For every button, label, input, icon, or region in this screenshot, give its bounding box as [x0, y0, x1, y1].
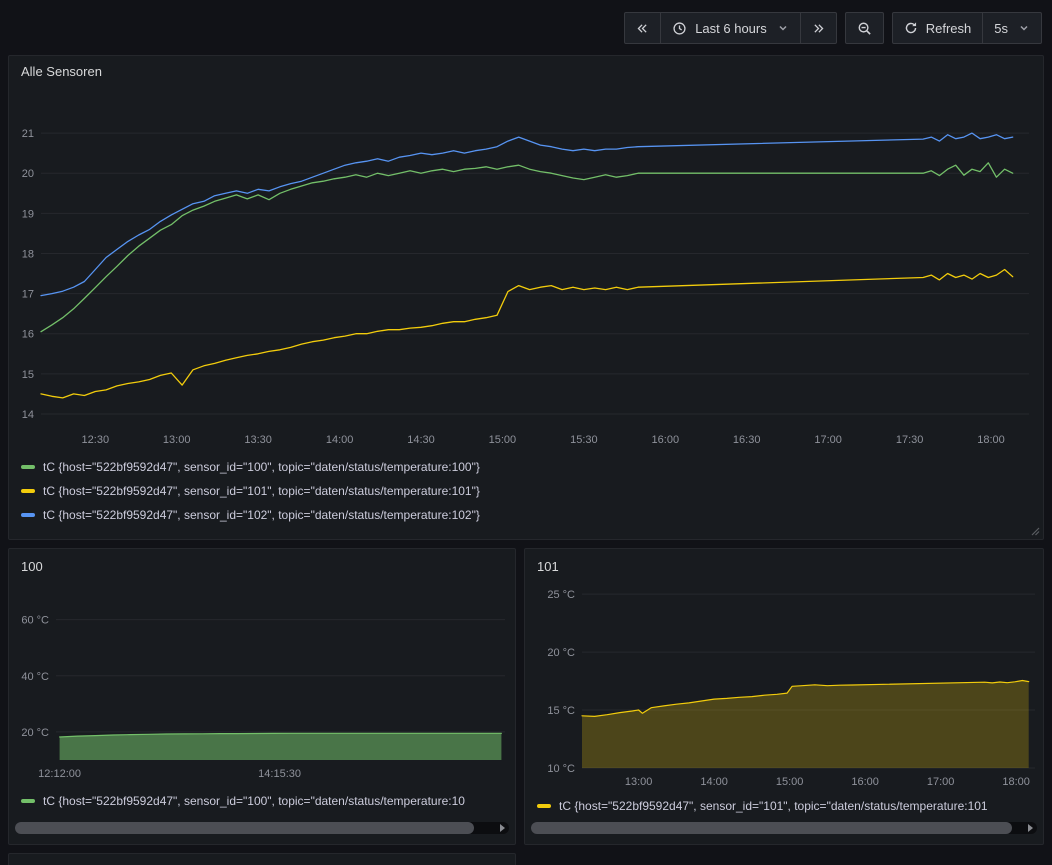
svg-text:16:30: 16:30 — [733, 434, 761, 446]
svg-text:15:00: 15:00 — [489, 434, 517, 446]
svg-text:17:00: 17:00 — [927, 776, 955, 788]
legend-label: tC {host="522bf9592d47", sensor_id="100"… — [43, 794, 465, 808]
svg-text:20 °C: 20 °C — [547, 647, 575, 659]
legend-label: tC {host="522bf9592d47", sensor_id="101"… — [43, 484, 480, 498]
grafana-dashboard: Last 6 hours — [0, 0, 1052, 865]
refresh-interval-dropdown[interactable]: 5s — [982, 12, 1042, 44]
svg-text:20 °C: 20 °C — [21, 727, 49, 739]
legend-label: tC {host="522bf9592d47", sensor_id="102"… — [43, 508, 480, 522]
svg-text:15:00: 15:00 — [776, 776, 804, 788]
svg-text:60 °C: 60 °C — [21, 615, 49, 627]
panel-100: 100 20 °C 40 °C 60 °C 12:12:00 14:15:30 tC {… — [8, 548, 516, 845]
series-swatch — [537, 804, 551, 808]
refresh-interval-value: 5s — [994, 21, 1008, 36]
series-swatch — [21, 489, 35, 493]
refresh-group: Refresh 5s — [892, 12, 1042, 44]
series-swatch — [21, 513, 35, 517]
svg-text:14:00: 14:00 — [326, 434, 354, 446]
time-shift-back-button[interactable] — [624, 12, 661, 44]
panel-title[interactable]: Alle Sensoren — [21, 64, 1031, 79]
horizontal-scrollbar[interactable] — [531, 822, 1037, 834]
area-chart-sensor-101[interactable]: 10 °C 15 °C 20 °C 25 °C 13:00 14:00 15:00 16:00… — [527, 582, 1041, 792]
time-range-group: Last 6 hours — [624, 12, 837, 44]
panel-title[interactable]: 100 — [21, 559, 503, 574]
svg-text:10 °C: 10 °C — [547, 763, 575, 775]
series-swatch — [21, 465, 35, 469]
panel-header: 102 — [9, 854, 515, 865]
svg-text:25 °C: 25 °C — [547, 589, 575, 601]
panel-102: 102 — [8, 853, 516, 865]
svg-text:14:15:30: 14:15:30 — [258, 768, 301, 780]
svg-text:15:30: 15:30 — [570, 434, 598, 446]
svg-text:13:00: 13:00 — [625, 776, 653, 788]
svg-text:18:00: 18:00 — [977, 434, 1005, 446]
svg-text:17:30: 17:30 — [896, 434, 924, 446]
svg-text:15 °C: 15 °C — [547, 705, 575, 717]
legend-item-sensor-101[interactable]: tC {host="522bf9592d47", sensor_id="101"… — [537, 799, 1031, 813]
svg-text:16:00: 16:00 — [652, 434, 680, 446]
svg-text:19: 19 — [22, 208, 34, 220]
legend-label: tC {host="522bf9592d47", sensor_id="101"… — [559, 799, 988, 813]
svg-text:17:00: 17:00 — [814, 434, 842, 446]
svg-text:14: 14 — [22, 409, 34, 421]
svg-text:18:00: 18:00 — [1002, 776, 1030, 788]
panel-alle-sensoren: Alle Sensoren 14 15 16 17 18 19 20 21 12:30 13:00… — [8, 55, 1044, 540]
panel-header: 101 — [525, 549, 1043, 582]
chevron-down-icon — [1018, 22, 1030, 34]
zoom-out-time-button[interactable] — [845, 12, 884, 44]
svg-text:13:00: 13:00 — [163, 434, 191, 446]
area-chart-sensor-100[interactable]: 20 °C 40 °C 60 °C 12:12:00 14:15:30 — [11, 582, 513, 787]
chevron-down-icon — [777, 22, 789, 34]
svg-text:16: 16 — [22, 329, 34, 341]
svg-text:14:30: 14:30 — [407, 434, 435, 446]
time-shift-forward-button[interactable] — [800, 12, 837, 44]
legend-item-sensor-102[interactable]: tC {host="522bf9592d47", sensor_id="102"… — [21, 503, 1031, 527]
legend-item-sensor-100[interactable]: tC {host="522bf9592d47", sensor_id="100"… — [21, 455, 1031, 479]
svg-text:40 °C: 40 °C — [21, 671, 49, 683]
refresh-button[interactable]: Refresh — [892, 12, 984, 44]
angle-double-left-icon — [636, 22, 649, 35]
chart-legend: tC {host="522bf9592d47", sensor_id="100"… — [21, 455, 1031, 527]
svg-text:15: 15 — [22, 369, 34, 381]
horizontal-scrollbar[interactable] — [15, 822, 509, 834]
sync-icon — [904, 21, 918, 35]
svg-text:16:00: 16:00 — [851, 776, 879, 788]
svg-text:13:30: 13:30 — [244, 434, 272, 446]
scrollbar-thumb[interactable] — [531, 822, 1012, 834]
svg-text:20: 20 — [22, 168, 34, 180]
svg-text:17: 17 — [22, 289, 34, 301]
clock-icon — [672, 21, 687, 36]
legend-label: tC {host="522bf9592d47", sensor_id="100"… — [43, 460, 480, 474]
scrollbar-thumb[interactable] — [15, 822, 474, 834]
legend-item-sensor-101[interactable]: tC {host="522bf9592d47", sensor_id="101"… — [21, 479, 1031, 503]
time-range-picker-button[interactable]: Last 6 hours — [660, 12, 801, 44]
zoom-out-icon — [857, 21, 872, 36]
svg-text:12:30: 12:30 — [82, 434, 110, 446]
svg-text:12:12:00: 12:12:00 — [38, 768, 81, 780]
legend-item-sensor-100[interactable]: tC {host="522bf9592d47", sensor_id="100"… — [21, 794, 503, 808]
svg-text:18: 18 — [22, 248, 34, 260]
panel-title[interactable]: 101 — [537, 559, 1031, 574]
angle-double-right-icon — [812, 22, 825, 35]
scroll-right-arrow-icon[interactable] — [1028, 824, 1033, 832]
panel-header: 100 — [9, 549, 515, 582]
time-controls-toolbar: Last 6 hours — [624, 12, 1042, 44]
svg-text:21: 21 — [22, 128, 34, 140]
svg-text:14:00: 14:00 — [700, 776, 728, 788]
panel-resize-handle[interactable] — [1029, 525, 1040, 536]
series-swatch — [21, 799, 35, 803]
refresh-label: Refresh — [926, 21, 972, 36]
timeseries-chart-all-sensors[interactable]: 14 15 16 17 18 19 20 21 12:30 13:00 13:30 14:00 14:3… — [21, 87, 1031, 451]
time-range-label: Last 6 hours — [695, 21, 767, 36]
scroll-right-arrow-icon[interactable] — [500, 824, 505, 832]
panel-101: 101 10 °C15 °C20 °C25 °C13:0014:0015:001… — [524, 548, 1044, 845]
